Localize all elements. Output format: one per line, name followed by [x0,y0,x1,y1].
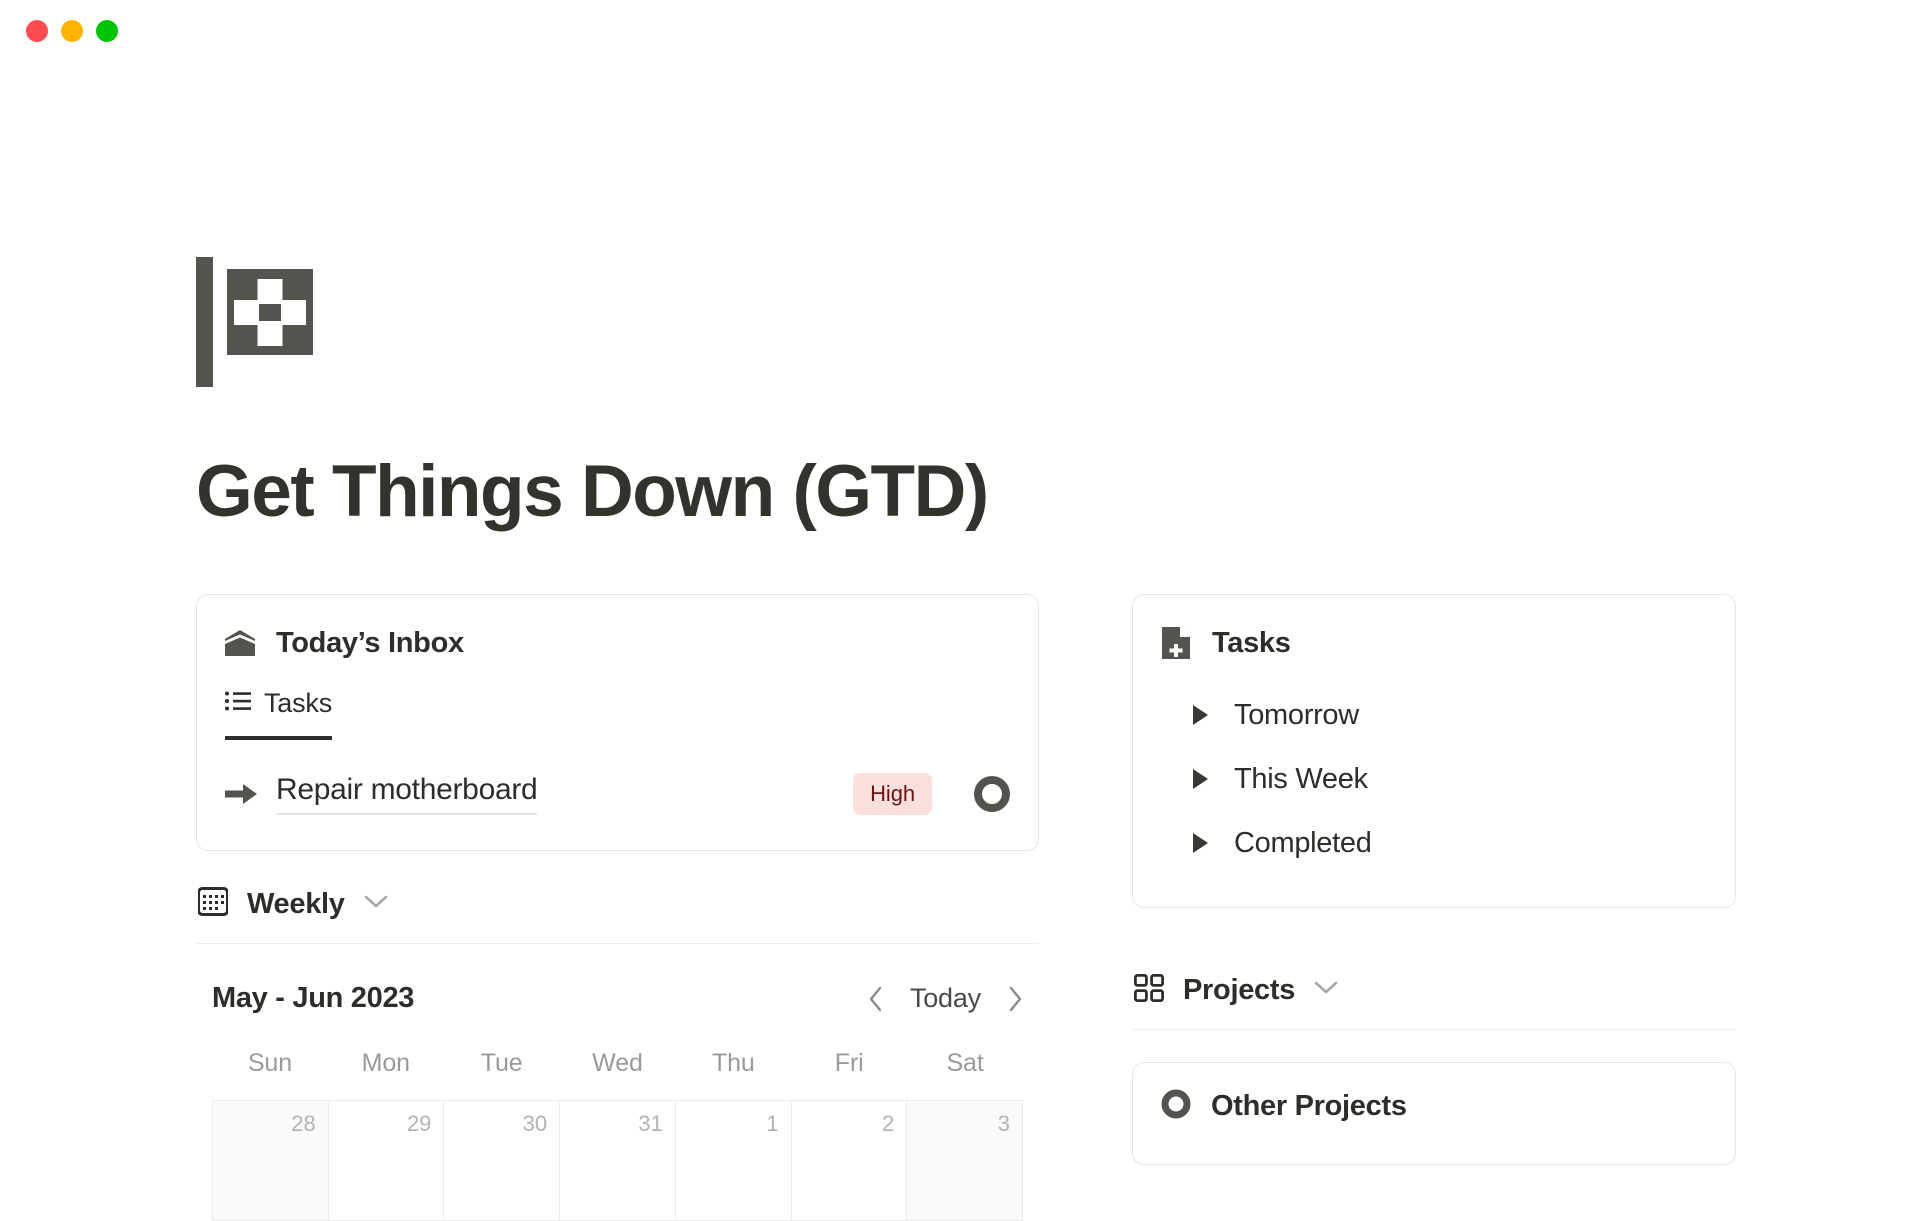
minimize-button[interactable] [61,20,83,42]
calendar-day-number: 2 [882,1111,895,1136]
chevron-right-icon[interactable] [1007,985,1023,1013]
page-title: Get Things Down (GTD) [196,451,989,532]
calendar-day-number: 31 [638,1111,663,1136]
weekday-wed: Wed [592,1049,643,1077]
calendar-day-number: 3 [997,1111,1010,1136]
chevron-down-icon[interactable] [1314,981,1338,1000]
calendar-cell[interactable]: 31 [560,1101,676,1221]
status-badge[interactable]: High [853,773,932,815]
calendar-cell[interactable]: 1 [675,1101,792,1221]
weekday-fri: Fri [834,1049,864,1077]
tree-item-label: Tomorrow [1234,698,1359,731]
other-projects-header: Other Projects [1133,1089,1735,1124]
weekly-title: Weekly [247,887,345,920]
tree-item-completed[interactable]: Completed [1193,811,1735,875]
calendar-header: May - Jun 2023 Today [196,982,1039,1015]
weekday-thu: Thu [711,1049,755,1077]
inbox-header: Today’s Inbox [197,623,1038,663]
calendar-icon [197,887,229,921]
window-titlebar [0,0,1920,62]
columns-container: Today’s Inbox Tasks Repair motherboard H… [196,594,1756,1221]
tree-item-tomorrow[interactable]: Tomorrow [1193,683,1735,747]
open-envelope-icon [225,628,255,658]
tab-tasks-label: Tasks [264,688,333,718]
list-icon [225,691,251,716]
progress-circle-icon[interactable] [974,776,1010,812]
circle-icon [1161,1089,1191,1124]
left-column: Today’s Inbox Tasks Repair motherboard H… [196,594,1039,1221]
calendar-day-number: 1 [766,1111,779,1136]
page-icon[interactable] [196,257,1756,387]
calendar-day-number: 28 [291,1111,316,1136]
tasks-card: Tasks Tomorrow This Week Completed [1132,594,1736,908]
tree-item-this-week[interactable]: This Week [1193,747,1735,811]
calendar-cell[interactable]: 2 [791,1101,908,1221]
calendar-cell[interactable]: 28 [213,1101,329,1221]
other-projects-title: Other Projects [1211,1090,1407,1122]
calendar-today-button[interactable]: Today [910,983,981,1014]
task-title[interactable]: Repair motherboard [276,773,538,815]
projects-title: Projects [1183,974,1296,1006]
calendar-nav: Today [868,983,1023,1014]
triangle-right-icon[interactable] [1193,833,1208,853]
calendar-weekday-row: Sun Mon Tue Wed Thu Fri Sat [196,1049,1039,1100]
inbox-title: Today’s Inbox [276,626,464,659]
other-projects-card: Other Projects [1132,1062,1736,1165]
tasks-tree: Tomorrow This Week Completed [1133,683,1735,875]
right-column: Tasks Tomorrow This Week Completed Proje… [1132,594,1736,1165]
tree-item-label: Completed [1234,826,1372,859]
tabs-divider [253,738,982,740]
tree-item-label: This Week [1234,762,1368,795]
calendar-cell[interactable]: 30 [444,1101,561,1221]
calendar-day-number: 29 [406,1111,432,1136]
triangle-right-icon[interactable] [1193,705,1208,725]
calendar-day-number: 30 [522,1111,548,1136]
weekly-section-header[interactable]: Weekly [196,887,1039,944]
triangle-right-icon[interactable] [1193,769,1208,789]
close-button[interactable] [26,20,48,42]
weekday-sat: Sat [946,1049,984,1077]
chevron-down-icon[interactable] [364,895,388,914]
inbox-tabs: Tasks [197,688,1038,740]
task-row[interactable]: Repair motherboard High [197,770,1038,818]
weekday-sun: Sun [247,1049,293,1077]
weekday-mon: Mon [361,1049,410,1077]
calendar-grid: 28 29 30 31 1 2 3 [212,1100,1023,1221]
calendar-cell[interactable]: 29 [328,1101,445,1221]
projects-section-header[interactable]: Projects [1132,973,1736,1030]
calendar-cell[interactable]: 3 [907,1101,1023,1221]
todays-inbox-card: Today’s Inbox Tasks Repair motherboard H… [196,594,1039,851]
page-body: Get Things Down (GTD) Today’s Inbox Task… [0,62,1920,1221]
tasks-title: Tasks [1212,626,1291,659]
arrow-right-icon [225,782,259,806]
chevron-left-icon[interactable] [868,985,884,1013]
calendar-range: May - Jun 2023 [212,982,415,1014]
zoom-button[interactable] [96,20,118,42]
weekday-tue: Tue [480,1049,523,1077]
tab-tasks[interactable]: Tasks [225,688,332,740]
grid-icon [1133,973,1165,1007]
checkered-flag-icon [196,257,313,387]
file-plus-icon [1161,627,1191,659]
tasks-header: Tasks [1133,623,1735,663]
content-area: Get Things Down (GTD) Today’s Inbox Task… [196,62,1756,1221]
